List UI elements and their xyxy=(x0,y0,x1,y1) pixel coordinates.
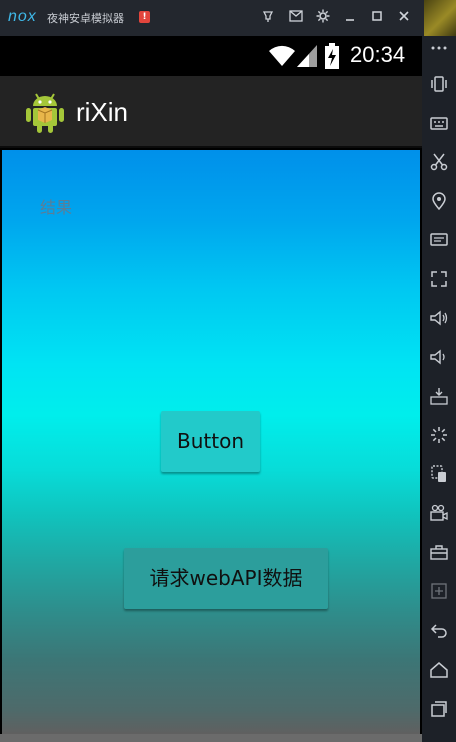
multi-instance-icon[interactable] xyxy=(429,464,449,484)
shake-icon[interactable] xyxy=(429,74,449,94)
volume-down-icon[interactable] xyxy=(429,347,449,367)
warning-badge[interactable]: ! xyxy=(139,11,150,23)
home-icon[interactable] xyxy=(429,660,449,680)
recents-icon[interactable] xyxy=(429,699,449,719)
more-icon[interactable] xyxy=(429,38,449,58)
screen-icon[interactable] xyxy=(429,230,449,250)
fullscreen-icon[interactable] xyxy=(429,269,449,289)
android-app-icon xyxy=(26,93,64,133)
volume-up-icon[interactable] xyxy=(429,308,449,328)
corner-decoration xyxy=(424,0,456,36)
main-content: 结果 Button 请求webAPI数据 xyxy=(2,150,420,734)
wifi-icon xyxy=(269,45,295,66)
video-record-icon[interactable] xyxy=(429,503,449,523)
back-icon[interactable] xyxy=(429,620,449,640)
result-text: 结果 xyxy=(40,198,73,217)
battery-charging-icon xyxy=(325,43,339,69)
emulator-toolbar xyxy=(422,36,456,742)
keyboard-icon[interactable] xyxy=(429,113,449,133)
settings-icon[interactable] xyxy=(314,9,332,27)
pin-icon[interactable] xyxy=(259,9,277,27)
signal-icon xyxy=(297,45,317,67)
add-icon[interactable] xyxy=(429,581,449,601)
action-bar: riXin xyxy=(0,76,422,148)
bottom-strip xyxy=(0,734,422,742)
minimize-icon[interactable] xyxy=(341,9,359,27)
toolbox-icon[interactable] xyxy=(429,542,449,562)
nox-logo: nox xyxy=(8,8,37,25)
clock: 20:34 xyxy=(350,42,406,67)
status-bar: 20:34 xyxy=(0,36,422,76)
close-icon[interactable] xyxy=(395,9,413,27)
request-webapi-button[interactable]: 请求webAPI数据 xyxy=(124,548,328,609)
emulator-title: 夜神安卓模拟器 xyxy=(47,12,124,25)
maximize-icon[interactable] xyxy=(368,9,386,27)
button-1[interactable]: Button xyxy=(161,411,260,472)
scissors-icon[interactable] xyxy=(429,152,449,172)
location-icon[interactable] xyxy=(429,191,449,211)
android-screen: 20:34 riXin 结果 Button 请求webAPI数据 xyxy=(0,36,422,742)
loading-icon[interactable] xyxy=(429,425,449,445)
emulator-titlebar: nox 夜神安卓模拟器 ! xyxy=(0,0,424,36)
app-title: riXin xyxy=(76,97,129,127)
mail-icon[interactable] xyxy=(287,9,305,27)
apk-icon[interactable] xyxy=(429,386,449,406)
